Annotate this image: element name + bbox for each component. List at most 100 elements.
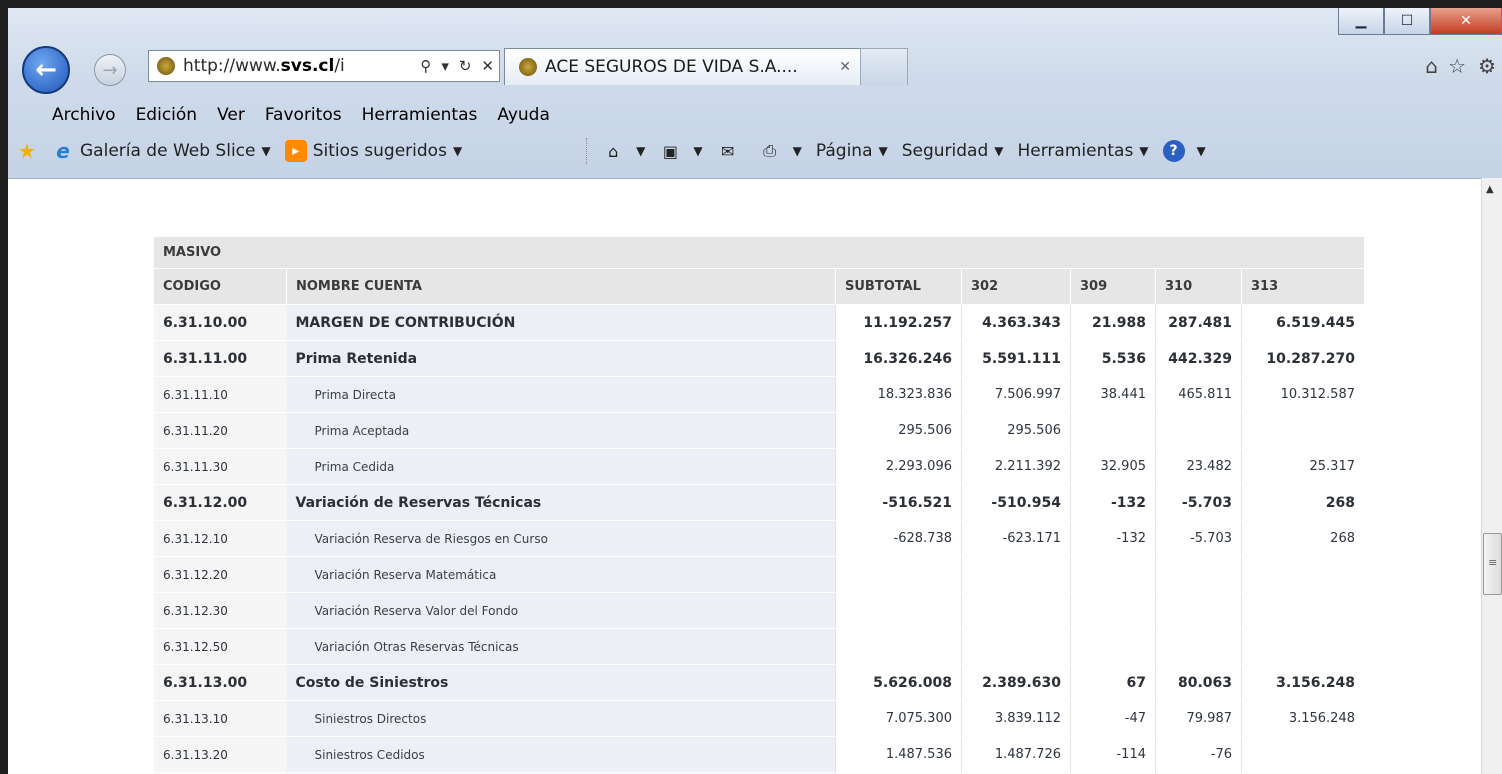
menu-favoritos[interactable]: Favoritos [265,105,342,125]
col-309-cell [1070,412,1156,449]
table-caption: MASIVO [154,237,1364,269]
add-favorites-star-icon: ★ [18,139,36,163]
close-window-button[interactable]: ✕ [1430,8,1502,35]
page-content: MASIVO CODIGO NOMBRE CUENTA SUBTOTAL 302… [8,178,1502,774]
menu-edicion[interactable]: Edición [136,105,198,125]
col-309-cell: -47 [1070,700,1156,737]
col-313-cell [1241,412,1364,449]
col-310-cell [1155,556,1242,593]
caret-down-icon: ▼ [994,144,1004,158]
table-row: 6.31.11.30 Prima Cedida 2.293.096 2.211.392… [154,448,1364,485]
subtotal-cell: 18.323.836 [835,376,962,413]
col-302-cell: 2.389.630 [961,664,1071,701]
col-309-cell: -132 [1070,484,1156,521]
account-name: Prima Directa [286,376,836,413]
subtotal-cell [835,628,962,665]
account-code: 6.31.11.20 [154,412,287,449]
header-313: 313 [1241,268,1364,305]
help-button[interactable]: ? ▼ [1162,140,1206,162]
col-309-cell: 67 [1070,664,1156,701]
security-menu-button[interactable]: Seguridad ▼ [902,141,1004,161]
stop-icon[interactable]: ✕ [476,57,499,75]
col-310-cell [1155,412,1242,449]
col-302-cell [961,628,1071,665]
account-name: Prima Cedida [286,448,836,485]
print-button[interactable]: ⎙ ▼ [759,140,802,162]
webslice-gallery-button[interactable]: e Galería de Web Slice ▼ [52,139,271,163]
col-310-cell: 442.329 [1155,340,1242,377]
tab-favicon-icon [519,58,537,76]
tools-gear-icon[interactable]: ⚙ [1478,54,1496,78]
page-menu-button[interactable]: Página ▼ [816,141,888,161]
tab-title: ACE SEGUROS DE VIDA S.A.... [545,57,798,77]
table-row: 6.31.12.50 Variación Otras Reservas Técni… [154,628,1364,665]
dropdown-icon[interactable]: ▾ [436,57,454,75]
favorites-star-icon[interactable]: ☆ [1448,54,1466,78]
account-code: 6.31.13.20 [154,736,287,773]
header-309: 309 [1070,268,1156,305]
header-302: 302 [961,268,1071,305]
account-code: 6.31.11.30 [154,448,287,485]
col-310-cell: 79.987 [1155,700,1242,737]
menu-herramientas[interactable]: Herramientas [362,105,478,125]
col-302-cell: -623.171 [961,520,1071,557]
menu-archivo[interactable]: Archivo [52,105,116,125]
subtotal-cell: 16.326.246 [835,340,962,377]
back-button[interactable]: ← [22,46,70,94]
caret-down-icon: ▼ [636,144,646,158]
col-310-cell [1155,592,1242,629]
feeds-button[interactable]: ▣ ▼ [659,140,703,162]
col-310-cell: 465.811 [1155,376,1242,413]
scroll-up-icon[interactable]: ▲ [1486,184,1494,195]
table-row: 6.31.12.20 Variación Reserva Matemática [154,556,1364,593]
browser-tab[interactable]: ACE SEGUROS DE VIDA S.A.... ✕ [504,48,862,85]
table-row: 6.31.11.20 Prima Aceptada 295.506 295.506 [154,412,1364,449]
browser-chrome: ▁ ☐ ✕ ← → http://www.svs.cl/i ⚲ ▾ ↻ ✕ AC… [8,8,1502,178]
help-icon: ? [1162,140,1185,162]
url-suffix: /i [334,56,345,76]
col-313-cell: 10.312.587 [1241,376,1364,413]
mail-button[interactable]: ✉ [717,140,745,162]
table-row: 6.31.12.00 Variación de Reservas Técnicas… [154,484,1364,521]
minimize-button[interactable]: ▁ [1338,8,1384,35]
rss-feed-icon: ▣ [662,141,678,161]
caret-down-icon: ▼ [452,144,463,158]
col-310-cell: -76 [1155,736,1242,773]
account-name: Variación Otras Reservas Técnicas [286,628,836,665]
new-tab-button[interactable] [860,48,908,85]
col-309-cell: -132 [1070,520,1156,557]
account-code: 6.31.12.50 [154,628,287,665]
subtotal-cell: 295.506 [835,412,962,449]
account-code: 6.31.11.10 [154,376,287,413]
col-309-cell: -114 [1070,736,1156,773]
url-text[interactable]: http://www.svs.cl/i [183,56,415,76]
account-code: 6.31.11.00 [154,340,287,377]
subtotal-cell: 11.192.257 [835,304,962,341]
scroll-thumb[interactable]: ≡ [1483,533,1502,595]
address-row: ← → http://www.svs.cl/i ⚲ ▾ ↻ ✕ ACE SEGU… [8,42,1502,94]
maximize-button[interactable]: ☐ [1384,8,1430,35]
account-name: Prima Retenida [286,340,836,377]
tab-close-icon[interactable]: ✕ [839,59,851,75]
col-309-cell [1070,592,1156,629]
ie-logo-icon: e [56,139,70,163]
account-name: Siniestros Cedidos [286,736,836,773]
home-icon[interactable]: ⌂ [1425,54,1438,78]
tools-menu-label: Herramientas [1017,141,1134,161]
suggested-sites-button[interactable]: ▸ Sitios sugeridos ▼ [284,140,463,162]
search-icon[interactable]: ⚲ [415,57,436,75]
security-menu-label: Seguridad [901,141,989,161]
address-bar[interactable]: http://www.svs.cl/i ⚲ ▾ ↻ ✕ [148,50,500,82]
forward-button[interactable]: → [94,54,126,86]
account-code: 6.31.12.20 [154,556,287,593]
menu-ver[interactable]: Ver [217,105,245,125]
table-row: 6.31.10.00 MARGEN DE CONTRIBUCIÓN 11.192.2… [154,304,1364,341]
col-313-cell: 10.287.270 [1241,340,1364,377]
home-command-button[interactable]: ⌂ ▼ [602,140,645,162]
vertical-scrollbar[interactable]: ▲ ≡ [1481,178,1502,774]
tools-menu-button[interactable]: Herramientas ▼ [1018,141,1149,161]
refresh-icon[interactable]: ↻ [454,57,477,75]
menu-ayuda[interactable]: Ayuda [497,105,550,125]
favorites-button[interactable]: ★ [8,139,52,163]
col-302-cell: 5.591.111 [961,340,1071,377]
